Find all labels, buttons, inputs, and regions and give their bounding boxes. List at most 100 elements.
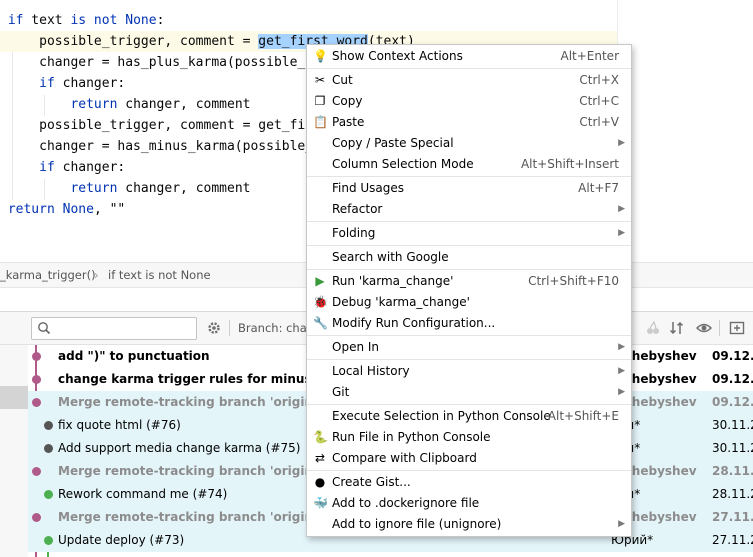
menu-item-shortcut: Ctrl+Shift+F10 <box>528 274 619 288</box>
menu-item-label: Create Gist... <box>332 475 411 489</box>
code-line[interactable]: if changer: <box>0 157 125 178</box>
commit-node <box>32 467 41 476</box>
menu-item-copy[interactable]: ❐ Copy Ctrl+C <box>307 91 631 112</box>
submenu-arrow-icon: ▶ <box>618 138 625 148</box>
menu-item-add-to-dockerignore-file[interactable]: 🐳 Add to .dockerignore file <box>307 493 631 514</box>
menu-item-label: Modify Run Configuration... <box>332 316 496 330</box>
menu-item-local-history[interactable]: Local History ▶ <box>307 361 631 382</box>
commit-node <box>44 490 53 499</box>
sort-icon[interactable] <box>669 320 685 336</box>
menu-separator <box>307 404 631 405</box>
menu-item-shortcut: Ctrl+V <box>579 115 619 129</box>
menu-item-shortcut: Alt+Shift+E <box>547 409 619 423</box>
editor-context-menu: 💡 Show Context Actions Alt+Enter ✂ Cut Ctrl+X… <box>306 44 632 537</box>
menu-item-modify-run-configuration[interactable]: 🔧 Modify Run Configuration... <box>307 313 631 334</box>
commit-search-input[interactable] <box>31 317 197 340</box>
commit-message: Rework command me (#74) <box>58 487 228 501</box>
code-line[interactable]: return None, "" <box>0 199 125 220</box>
branch-filter[interactable]: Branch: chan <box>238 312 314 344</box>
code-token: : <box>156 13 165 28</box>
commit-date: 28.11.2 <box>712 464 753 478</box>
menu-item-run-karma-change[interactable]: ▶ Run 'karma_change' Ctrl+Shift+F10 <box>307 271 631 292</box>
menu-item-label: Local History <box>332 364 410 378</box>
run-icon: ▶ <box>315 274 325 288</box>
eye-icon[interactable] <box>696 320 712 336</box>
copy-icon: ❐ <box>314 94 326 108</box>
menu-item-show-context-actions[interactable]: 💡 Show Context Actions Alt+Enter <box>307 46 631 67</box>
commit-date: 09.12.2 <box>712 349 753 363</box>
menu-item-find-usages[interactable]: Find Usages Alt+F7 <box>307 178 631 199</box>
cherry-pick-icon[interactable] <box>645 320 661 336</box>
code-keyword: if <box>39 76 55 91</box>
menu-item-label: Refactor <box>332 202 383 216</box>
menu-item-label: Git <box>332 385 350 399</box>
menu-item-run-file-in-python-console[interactable]: 🐍 Run File in Python Console <box>307 427 631 448</box>
code-line[interactable]: if text is not None: <box>0 10 165 31</box>
menu-item-paste[interactable]: 📋 Paste Ctrl+V <box>307 112 631 133</box>
submenu-arrow-icon: ▶ <box>618 228 625 238</box>
menu-item-label: Execute Selection in Python Console <box>332 409 551 423</box>
menu-item-label: Find Usages <box>332 181 405 195</box>
menu-item-column-selection-mode[interactable]: Column Selection Mode Alt+Shift+Insert <box>307 154 631 175</box>
menu-item-compare-with-clipboard[interactable]: ⇄ Compare with Clipboard <box>307 448 631 469</box>
code-line[interactable]: return changer, comment <box>0 94 250 115</box>
debug-bug-icon: 🐞 <box>313 295 328 309</box>
code-keyword: if <box>39 160 55 175</box>
code-keyword: return <box>7 202 55 217</box>
menu-item-cut[interactable]: ✂ Cut Ctrl+X <box>307 70 631 91</box>
scissors-icon: ✂ <box>314 73 326 87</box>
menu-item-label: Add to .dockerignore file <box>332 496 480 510</box>
menu-separator <box>307 269 631 270</box>
code-keyword: return <box>70 181 118 196</box>
menu-item-create-gist[interactable]: ● Create Gist... <box>307 472 631 493</box>
commit-date: 28.11.20 <box>712 487 753 501</box>
breadcrumb-item-function[interactable]: _karma_trigger() <box>0 263 96 287</box>
wrench-icon: 🔧 <box>313 316 328 330</box>
menu-item-shortcut: Alt+F7 <box>578 181 619 195</box>
github-icon: ● <box>314 475 326 489</box>
code-keyword: None <box>62 202 94 217</box>
code-line[interactable]: return changer, comment <box>0 178 250 199</box>
code-line[interactable]: if changer: <box>0 73 125 94</box>
commit-date: 30.11.20 <box>712 441 753 455</box>
code-token: , "" <box>93 202 126 217</box>
code-token: changer: <box>54 76 126 91</box>
menu-item-open-in[interactable]: Open In ▶ <box>307 337 631 358</box>
menu-item-execute-selection-in-python-console[interactable]: Execute Selection in Python Console Alt+S… <box>307 406 631 427</box>
menu-separator <box>307 176 631 177</box>
commit-node <box>32 398 41 407</box>
menu-item-refactor[interactable]: Refactor ▶ <box>307 199 631 220</box>
code-keyword: is not <box>70 13 118 28</box>
menu-item-git[interactable]: Git ▶ <box>307 382 631 403</box>
menu-item-debug-karma-change[interactable]: 🐞 Debug 'karma_change' <box>307 292 631 313</box>
new-tab-icon[interactable] <box>729 320 745 336</box>
submenu-arrow-icon: ▶ <box>618 342 625 352</box>
gear-icon[interactable] <box>206 320 222 336</box>
menu-item-shortcut: Ctrl+X <box>579 73 619 87</box>
code-token: changer, comment <box>117 181 251 196</box>
menu-item-folding[interactable]: Folding ▶ <box>307 223 631 244</box>
commit-date: 30.11.20 <box>712 418 753 432</box>
commit-node <box>32 513 41 522</box>
search-icon <box>38 322 51 335</box>
menu-item-add-to-ignore-file-unignore[interactable]: Add to ignore file (unignore) ▶ <box>307 514 631 535</box>
menu-item-label: Run File in Python Console <box>332 430 491 444</box>
menu-item-copy-paste-special[interactable]: Copy / Paste Special ▶ <box>307 133 631 154</box>
commit-date: 27.11.2 <box>712 510 753 524</box>
menu-item-shortcut: Alt+Shift+Insert <box>520 157 619 171</box>
menu-separator <box>307 470 631 471</box>
menu-item-search-with-google[interactable]: Search with Google <box>307 247 631 268</box>
menu-item-label: Debug 'karma_change' <box>332 295 470 309</box>
selected-strip-marker <box>0 386 28 409</box>
menu-item-shortcut: Ctrl+C <box>579 94 619 108</box>
menu-item-label: Open In <box>332 340 380 354</box>
breadcrumb-item-if[interactable]: if text is not None <box>108 263 211 287</box>
